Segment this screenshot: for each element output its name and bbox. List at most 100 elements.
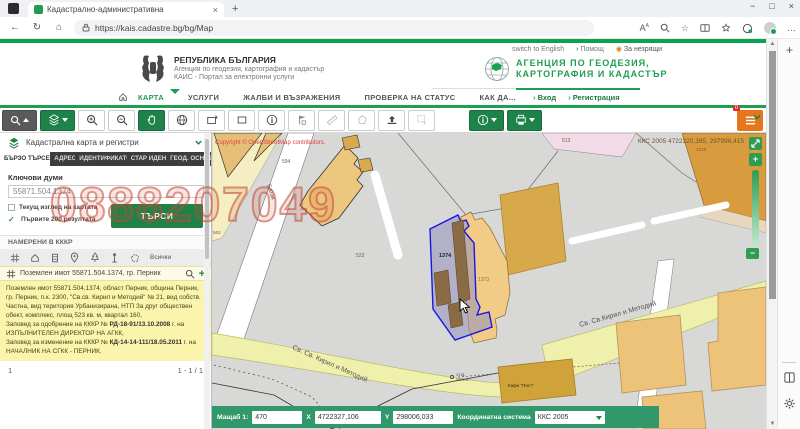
filter-address-icon[interactable] bbox=[68, 252, 81, 263]
upload-button[interactable] bbox=[378, 110, 405, 131]
crs-select[interactable]: ККС 2005 bbox=[535, 411, 605, 424]
rail-add-icon[interactable]: + bbox=[778, 43, 800, 57]
url-bar[interactable]: https://kais.cadastre.bg/bg/Map bbox=[74, 20, 594, 36]
scale-input[interactable] bbox=[252, 411, 302, 424]
y-coordinate-input[interactable] bbox=[393, 411, 453, 424]
filter-all-label[interactable]: Всички bbox=[150, 254, 171, 261]
new-tab-button[interactable]: + bbox=[232, 3, 238, 15]
building-tan-mid[interactable] bbox=[616, 315, 686, 393]
tab-quick-search[interactable]: БЪРЗО ТЪРСЕНЕ bbox=[0, 152, 50, 166]
next-extent-button[interactable] bbox=[228, 110, 255, 131]
current-view-checkbox-row[interactable]: Текущ изглед на картата bbox=[8, 204, 111, 211]
measure-area-button[interactable] bbox=[348, 110, 375, 131]
map-canvas[interactable]: Copyright © OpenStreetMap contributors. … bbox=[212, 133, 766, 429]
tab-old-ident[interactable]: СТАР ИДЕНТ. bbox=[127, 152, 166, 166]
building-in-parcel-2[interactable] bbox=[434, 270, 451, 306]
select-tool-button[interactable] bbox=[408, 110, 435, 131]
map-zoom-in-button[interactable]: + bbox=[749, 153, 762, 166]
back-button[interactable]: ← bbox=[4, 22, 26, 33]
tab-favicon-icon bbox=[34, 5, 43, 14]
help-link[interactable]: › Помощ bbox=[576, 46, 604, 53]
window-minimize-button[interactable]: − bbox=[750, 1, 755, 11]
browser-home-button[interactable]: ⌂ bbox=[48, 22, 70, 33]
page-scroll-thumb[interactable] bbox=[769, 51, 776, 299]
keywords-input[interactable] bbox=[8, 185, 204, 198]
favorite-star-icon[interactable]: ☆ bbox=[681, 23, 689, 34]
nav-kak-da[interactable]: КАК ДА... bbox=[480, 93, 516, 102]
home-icon[interactable] bbox=[118, 92, 128, 102]
reading-list-icon[interactable] bbox=[783, 371, 796, 384]
lock-icon bbox=[82, 23, 90, 32]
full-extent-button[interactable] bbox=[168, 110, 195, 131]
checkbox-unchecked[interactable] bbox=[8, 204, 15, 211]
agency-name-line1: АГЕНЦИЯ ПО ГЕОДЕЗИЯ, bbox=[516, 58, 667, 69]
coordinates-tool-button[interactable] bbox=[288, 110, 315, 131]
register-link[interactable]: › Регистрация bbox=[568, 93, 620, 102]
building-mustard[interactable] bbox=[500, 183, 566, 275]
filter-zones-icon[interactable] bbox=[128, 252, 141, 263]
filter-parcels-icon[interactable] bbox=[8, 252, 21, 263]
sidebar-panel-header[interactable]: Кадастрална карта и регистри bbox=[0, 133, 211, 152]
previous-extent-button[interactable] bbox=[198, 110, 225, 131]
map-zoom-out-button[interactable]: − bbox=[746, 248, 759, 259]
page-number[interactable]: 1 bbox=[8, 366, 12, 375]
refresh-button[interactable]: ↻ bbox=[26, 22, 48, 33]
x-coordinate-input[interactable] bbox=[315, 411, 381, 424]
building-annex-2[interactable] bbox=[358, 158, 373, 172]
search-panel-toggle-button[interactable] bbox=[2, 110, 37, 131]
split-screen-icon[interactable] bbox=[700, 23, 710, 33]
text-size-icon[interactable]: AA bbox=[640, 23, 649, 33]
panel-chevron-down-icon[interactable] bbox=[194, 138, 203, 147]
switch-language-link[interactable]: switch to English bbox=[512, 46, 564, 53]
agency-logo[interactable]: АГЕНЦИЯ ПО ГЕОДЕЗИЯ, КАРТОГРАФИЯ И КАДАС… bbox=[484, 56, 667, 82]
layers-dropdown-button[interactable] bbox=[40, 110, 75, 131]
search-button[interactable]: ТЪРСИ bbox=[111, 204, 203, 228]
nav-proverka[interactable]: ПРОВЕРКА НА СТАТУС bbox=[365, 93, 456, 102]
tab-close-icon[interactable]: × bbox=[213, 5, 218, 15]
filter-apartments-icon[interactable] bbox=[48, 252, 61, 263]
tab-actions-icon[interactable] bbox=[8, 3, 19, 14]
first-200-checkbox-row[interactable]: ✓ Първите 200 резултата bbox=[8, 215, 111, 224]
building-cafe[interactable] bbox=[498, 359, 576, 403]
zoom-slider[interactable] bbox=[752, 170, 759, 246]
legend-caret-icon[interactable] bbox=[752, 112, 762, 122]
sidebar-scroll-thumb[interactable] bbox=[205, 139, 209, 259]
filter-buildings-icon[interactable] bbox=[28, 252, 41, 263]
page-scrollbar[interactable]: ▲ ▼ bbox=[766, 39, 777, 429]
zoom-in-button[interactable] bbox=[78, 110, 105, 131]
browser-essentials-icon[interactable] bbox=[742, 23, 753, 34]
measure-distance-button[interactable] bbox=[318, 110, 345, 131]
accessibility-link[interactable]: ◉ За незрящи bbox=[616, 45, 662, 53]
nav-karta[interactable]: КАРТА bbox=[138, 93, 164, 102]
info-tool-button[interactable] bbox=[258, 110, 285, 131]
hand-icon bbox=[146, 114, 158, 126]
zoom-page-icon[interactable] bbox=[660, 23, 670, 33]
zoom-to-result-icon[interactable] bbox=[185, 269, 195, 279]
browser-tab[interactable]: Кадастрално-административна × bbox=[28, 2, 224, 17]
cadastral-map[interactable]: Copyright © OpenStreetMap contributors. … bbox=[212, 133, 766, 429]
checkbox-checked[interactable]: ✓ bbox=[8, 215, 17, 224]
filter-landmark-icon[interactable] bbox=[88, 252, 101, 263]
favorites-bar-icon[interactable] bbox=[721, 23, 731, 33]
filter-geodetic-icon[interactable] bbox=[108, 252, 121, 263]
sidebar-scrollbar[interactable] bbox=[204, 133, 210, 429]
building-annex-1[interactable] bbox=[342, 135, 360, 150]
pan-tool-button[interactable] bbox=[138, 110, 165, 131]
nav-zhalbi[interactable]: ЖАЛБИ И ВЪЗРАЖЕНИЯ bbox=[243, 93, 340, 102]
browser-menu-icon[interactable]: … bbox=[787, 23, 796, 33]
window-close-button[interactable]: × bbox=[789, 1, 794, 11]
detail-description: Поземлен имот 55871.504.1374, област Пер… bbox=[6, 285, 201, 319]
tab-address[interactable]: АДРЕС bbox=[50, 152, 75, 166]
settings-gear-icon[interactable] bbox=[783, 397, 796, 410]
login-link[interactable]: › Вход bbox=[533, 93, 556, 102]
expand-coords-button[interactable] bbox=[749, 137, 762, 150]
tab-identifier[interactable]: ИДЕНТИФИКАТОР bbox=[75, 152, 127, 166]
profile-avatar[interactable] bbox=[764, 22, 776, 34]
zoom-out-button[interactable] bbox=[108, 110, 135, 131]
print-dropdown-button[interactable] bbox=[507, 110, 542, 131]
scale-label: Мащаб 1: bbox=[217, 414, 248, 421]
identify-dropdown-button[interactable] bbox=[469, 110, 504, 131]
result-row[interactable]: Поземлен имот 55871.504.1374, гр. Перник… bbox=[0, 266, 211, 281]
nav-uslugi[interactable]: УСЛУГИ bbox=[188, 93, 219, 102]
window-maximize-button[interactable]: □ bbox=[769, 1, 774, 11]
